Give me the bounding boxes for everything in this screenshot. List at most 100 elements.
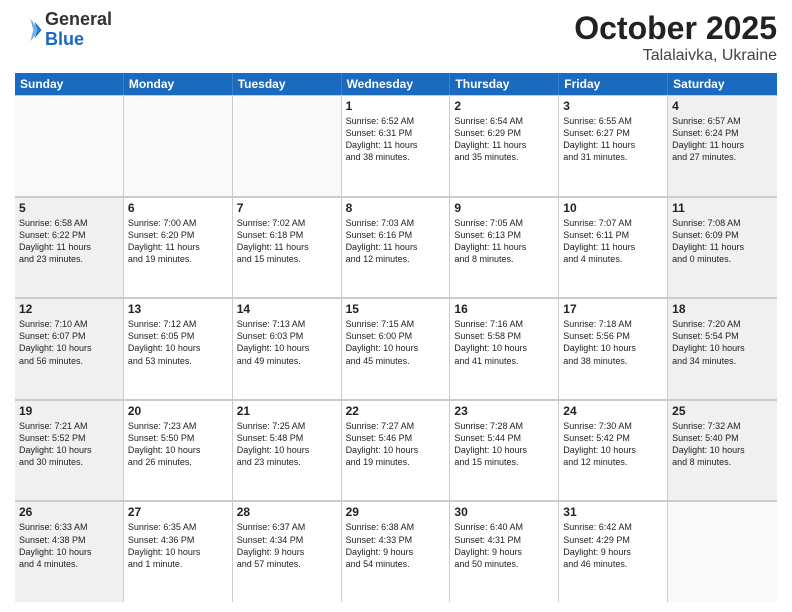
cal-cell-day-21: 21 Sunrise: 7:25 AM Sunset: 5:48 PM Dayli… <box>233 400 342 501</box>
day-number: 27 <box>128 505 228 519</box>
cal-header-friday: Friday <box>559 73 668 95</box>
cell-daylight-info: Sunrise: 7:10 AM Sunset: 6:07 PM Dayligh… <box>19 318 119 367</box>
cal-cell-day-7: 7 Sunrise: 7:02 AM Sunset: 6:18 PM Daylig… <box>233 197 342 298</box>
day-number: 8 <box>346 201 446 215</box>
cal-cell-day-23: 23 Sunrise: 7:28 AM Sunset: 5:44 PM Dayli… <box>450 400 559 501</box>
cal-cell-day-11: 11 Sunrise: 7:08 AM Sunset: 6:09 PM Dayli… <box>668 197 777 298</box>
cell-daylight-info: Sunrise: 7:15 AM Sunset: 6:00 PM Dayligh… <box>346 318 446 367</box>
day-number: 4 <box>672 99 773 113</box>
cal-cell-day-14: 14Sunrise: 7:13 AM Sunset: 6:03 PM Dayli… <box>233 298 342 399</box>
cell-daylight-info: Sunrise: 7:28 AM Sunset: 5:44 PM Dayligh… <box>454 420 554 469</box>
cal-week-1: 1Sunrise: 6:52 AM Sunset: 6:31 PM Daylig… <box>15 95 777 197</box>
cal-cell-day-24: 24 Sunrise: 7:30 AM Sunset: 5:42 PM Dayli… <box>559 400 668 501</box>
day-number: 23 <box>454 404 554 418</box>
calendar-body: 1Sunrise: 6:52 AM Sunset: 6:31 PM Daylig… <box>15 95 777 602</box>
day-number: 30 <box>454 505 554 519</box>
cell-daylight-info: Sunrise: 6:38 AM Sunset: 4:33 PM Dayligh… <box>346 521 446 570</box>
logo: General Blue <box>15 10 112 50</box>
day-number: 16 <box>454 302 554 316</box>
cell-daylight-info: Sunrise: 6:52 AM Sunset: 6:31 PM Dayligh… <box>346 115 446 164</box>
cell-daylight-info: Sunrise: 6:42 AM Sunset: 4:29 PM Dayligh… <box>563 521 663 570</box>
day-number: 19 <box>19 404 119 418</box>
cell-daylight-info: Sunrise: 6:40 AM Sunset: 4:31 PM Dayligh… <box>454 521 554 570</box>
day-number: 6 <box>128 201 228 215</box>
calendar-subtitle: Talalaivka, Ukraine <box>574 47 777 65</box>
cal-header-monday: Monday <box>124 73 233 95</box>
cal-header-saturday: Saturday <box>668 73 777 95</box>
cal-cell-day-10: 10 Sunrise: 7:07 AM Sunset: 6:11 PM Dayli… <box>559 197 668 298</box>
calendar-header-row: SundayMondayTuesdayWednesdayThursdayFrid… <box>15 73 777 95</box>
day-number: 29 <box>346 505 446 519</box>
cell-daylight-info: Sunrise: 7:03 AM Sunset: 6:16 PM Dayligh… <box>346 217 446 266</box>
cal-cell-empty <box>233 95 342 196</box>
day-number: 28 <box>237 505 337 519</box>
day-number: 7 <box>237 201 337 215</box>
cell-daylight-info: Sunrise: 7:25 AM Sunset: 5:48 PM Dayligh… <box>237 420 337 469</box>
cal-cell-day-4: 4Sunrise: 6:57 AM Sunset: 6:24 PM Daylig… <box>668 95 777 196</box>
cal-cell-day-9: 9 Sunrise: 7:05 AM Sunset: 6:13 PM Daylig… <box>450 197 559 298</box>
cell-daylight-info: Sunrise: 7:05 AM Sunset: 6:13 PM Dayligh… <box>454 217 554 266</box>
day-number: 9 <box>454 201 554 215</box>
day-number: 24 <box>563 404 663 418</box>
day-number: 18 <box>672 302 773 316</box>
cal-cell-empty <box>15 95 124 196</box>
cal-cell-day-8: 8 Sunrise: 7:03 AM Sunset: 6:16 PM Daylig… <box>342 197 451 298</box>
day-number: 2 <box>454 99 554 113</box>
cell-daylight-info: Sunrise: 7:23 AM Sunset: 5:50 PM Dayligh… <box>128 420 228 469</box>
cal-week-4: 19 Sunrise: 7:21 AM Sunset: 5:52 PM Dayli… <box>15 400 777 502</box>
cal-cell-day-28: 28 Sunrise: 6:37 AM Sunset: 4:34 PM Dayli… <box>233 501 342 602</box>
day-number: 5 <box>19 201 119 215</box>
cell-daylight-info: Sunrise: 7:16 AM Sunset: 5:58 PM Dayligh… <box>454 318 554 367</box>
cell-daylight-info: Sunrise: 7:30 AM Sunset: 5:42 PM Dayligh… <box>563 420 663 469</box>
cell-daylight-info: Sunrise: 6:35 AM Sunset: 4:36 PM Dayligh… <box>128 521 228 570</box>
cell-daylight-info: Sunrise: 7:02 AM Sunset: 6:18 PM Dayligh… <box>237 217 337 266</box>
cal-header-thursday: Thursday <box>450 73 559 95</box>
cal-header-tuesday: Tuesday <box>233 73 342 95</box>
header: General Blue October 2025 Talalaivka, Uk… <box>15 10 777 65</box>
calendar: SundayMondayTuesdayWednesdayThursdayFrid… <box>15 73 777 602</box>
day-number: 25 <box>672 404 773 418</box>
cell-daylight-info: Sunrise: 6:55 AM Sunset: 6:27 PM Dayligh… <box>563 115 663 164</box>
cal-cell-day-19: 19 Sunrise: 7:21 AM Sunset: 5:52 PM Dayli… <box>15 400 124 501</box>
cal-cell-day-26: 26Sunrise: 6:33 AM Sunset: 4:38 PM Dayli… <box>15 501 124 602</box>
cell-daylight-info: Sunrise: 6:37 AM Sunset: 4:34 PM Dayligh… <box>237 521 337 570</box>
cal-cell-empty <box>668 501 777 602</box>
page: General Blue October 2025 Talalaivka, Uk… <box>0 0 792 612</box>
cell-daylight-info: Sunrise: 7:20 AM Sunset: 5:54 PM Dayligh… <box>672 318 773 367</box>
cell-daylight-info: Sunrise: 7:13 AM Sunset: 6:03 PM Dayligh… <box>237 318 337 367</box>
day-number: 10 <box>563 201 663 215</box>
cal-cell-day-27: 27 Sunrise: 6:35 AM Sunset: 4:36 PM Dayli… <box>124 501 233 602</box>
cell-daylight-info: Sunrise: 7:07 AM Sunset: 6:11 PM Dayligh… <box>563 217 663 266</box>
logo-text: General Blue <box>45 10 112 50</box>
day-number: 13 <box>128 302 228 316</box>
cal-week-5: 26Sunrise: 6:33 AM Sunset: 4:38 PM Dayli… <box>15 501 777 602</box>
cal-cell-day-31: 31 Sunrise: 6:42 AM Sunset: 4:29 PM Dayli… <box>559 501 668 602</box>
cal-cell-day-25: 25 Sunrise: 7:32 AM Sunset: 5:40 PM Dayli… <box>668 400 777 501</box>
cal-cell-day-17: 17 Sunrise: 7:18 AM Sunset: 5:56 PM Dayli… <box>559 298 668 399</box>
day-number: 17 <box>563 302 663 316</box>
cell-daylight-info: Sunrise: 6:54 AM Sunset: 6:29 PM Dayligh… <box>454 115 554 164</box>
cell-daylight-info: Sunrise: 7:08 AM Sunset: 6:09 PM Dayligh… <box>672 217 773 266</box>
day-number: 12 <box>19 302 119 316</box>
cell-daylight-info: Sunrise: 6:33 AM Sunset: 4:38 PM Dayligh… <box>19 521 119 570</box>
calendar-title: October 2025 <box>574 10 777 47</box>
day-number: 11 <box>672 201 773 215</box>
cal-cell-day-20: 20 Sunrise: 7:23 AM Sunset: 5:50 PM Dayli… <box>124 400 233 501</box>
cell-daylight-info: Sunrise: 6:58 AM Sunset: 6:22 PM Dayligh… <box>19 217 119 266</box>
title-block: October 2025 Talalaivka, Ukraine <box>574 10 777 65</box>
day-number: 22 <box>346 404 446 418</box>
day-number: 21 <box>237 404 337 418</box>
cell-daylight-info: Sunrise: 7:21 AM Sunset: 5:52 PM Dayligh… <box>19 420 119 469</box>
cell-daylight-info: Sunrise: 7:18 AM Sunset: 5:56 PM Dayligh… <box>563 318 663 367</box>
day-number: 15 <box>346 302 446 316</box>
cal-cell-day-16: 16 Sunrise: 7:16 AM Sunset: 5:58 PM Dayli… <box>450 298 559 399</box>
cal-cell-day-30: 30 Sunrise: 6:40 AM Sunset: 4:31 PM Dayli… <box>450 501 559 602</box>
day-number: 20 <box>128 404 228 418</box>
cal-cell-day-5: 5 Sunrise: 6:58 AM Sunset: 6:22 PM Daylig… <box>15 197 124 298</box>
cal-header-wednesday: Wednesday <box>342 73 451 95</box>
day-number: 31 <box>563 505 663 519</box>
cal-cell-day-15: 15 Sunrise: 7:15 AM Sunset: 6:00 PM Dayli… <box>342 298 451 399</box>
cell-daylight-info: Sunrise: 7:32 AM Sunset: 5:40 PM Dayligh… <box>672 420 773 469</box>
cal-cell-day-12: 12 Sunrise: 7:10 AM Sunset: 6:07 PM Dayli… <box>15 298 124 399</box>
cal-cell-day-29: 29 Sunrise: 6:38 AM Sunset: 4:33 PM Dayli… <box>342 501 451 602</box>
